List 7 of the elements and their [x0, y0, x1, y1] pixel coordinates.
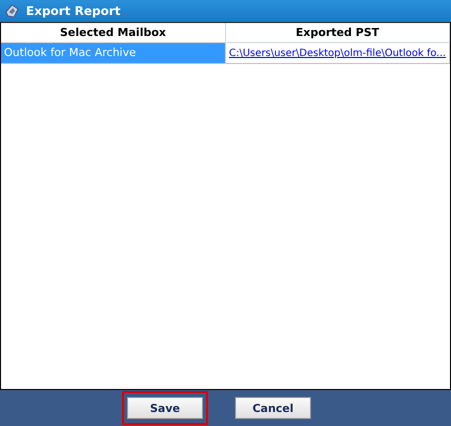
- app-icon: [4, 3, 20, 19]
- dialog-button[interactable]: Cancel: [235, 397, 311, 420]
- file-path-link[interactable]: C:\Users\user\Desktop\olm-file\Outlook fo...: [229, 48, 446, 59]
- column-header: Exported PST: [226, 23, 450, 43]
- window-title: Export Report: [26, 4, 120, 18]
- column-header: Selected Mailbox: [1, 23, 226, 43]
- dialog-button[interactable]: Save: [127, 397, 203, 420]
